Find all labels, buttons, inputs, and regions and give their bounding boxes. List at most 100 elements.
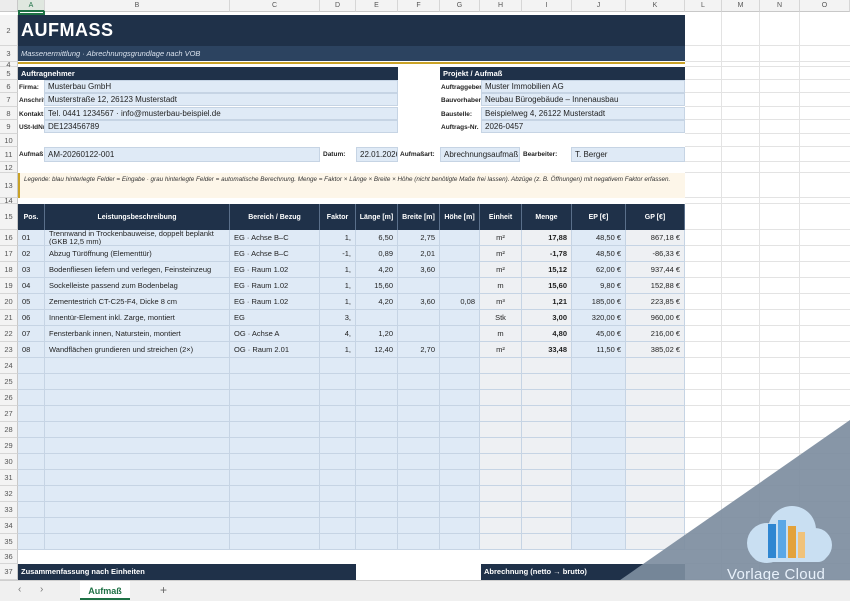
empty-cell[interactable]: [398, 422, 440, 438]
table-cell-gp[interactable]: 867,18 €: [626, 230, 685, 246]
empty-cell[interactable]: [522, 534, 572, 550]
empty-cell[interactable]: [572, 358, 626, 374]
table-cell-pos[interactable]: 02: [18, 246, 45, 262]
table-cell-height[interactable]: [440, 278, 480, 294]
row-header[interactable]: 28: [0, 422, 18, 438]
bearbeiter-field[interactable]: T. Berger: [571, 147, 685, 162]
table-cell-desc[interactable]: Zementestrich CT-C25-F4, Dicke 8 cm: [45, 294, 230, 310]
empty-cell[interactable]: [440, 502, 480, 518]
empty-cell[interactable]: [45, 422, 230, 438]
empty-cell[interactable]: [480, 518, 522, 534]
empty-cell[interactable]: [626, 502, 685, 518]
table-cell-width[interactable]: [398, 278, 440, 294]
table-cell-height[interactable]: [440, 342, 480, 358]
empty-cell[interactable]: [356, 422, 398, 438]
empty-cell[interactable]: [440, 518, 480, 534]
table-cell-pos[interactable]: 01: [18, 230, 45, 246]
empty-cell[interactable]: [230, 502, 320, 518]
table-cell-height[interactable]: [440, 310, 480, 326]
spreadsheet-grid[interactable]: ABCDEFGHIJKLMNO 2 3 4 5 6 7 8 9 10 11 12 13 14 15 16 17…: [0, 0, 850, 580]
table-cell-gp[interactable]: 385,02 €: [626, 342, 685, 358]
empty-cell[interactable]: [320, 470, 356, 486]
empty-cell[interactable]: [626, 358, 685, 374]
row-header[interactable]: 30: [0, 454, 18, 470]
empty-cell[interactable]: [18, 422, 45, 438]
table-cell-width[interactable]: 2,75: [398, 230, 440, 246]
aufmassart-field[interactable]: Abrechnungsaufmaß: [440, 147, 520, 162]
table-cell-area[interactable]: OG · Achse A: [230, 326, 320, 342]
scroll-left-arrow-icon[interactable]: ‹: [18, 584, 21, 595]
empty-cell[interactable]: [398, 358, 440, 374]
row-header[interactable]: 5: [0, 67, 18, 80]
row-header[interactable]: 19: [0, 278, 18, 294]
column-header[interactable]: B: [45, 0, 230, 12]
row-header[interactable]: 13: [0, 173, 18, 198]
empty-cell[interactable]: [320, 358, 356, 374]
empty-cell[interactable]: [398, 438, 440, 454]
empty-cell[interactable]: [45, 454, 230, 470]
table-cell-area[interactable]: EG · Achse B–C: [230, 230, 320, 246]
table-cell-pos[interactable]: 05: [18, 294, 45, 310]
row-header[interactable]: 34: [0, 518, 18, 534]
table-cell-gp[interactable]: 152,88 €: [626, 278, 685, 294]
table-cell-desc[interactable]: Innentür-Element inkl. Zarge, montiert: [45, 310, 230, 326]
table-cell-factor[interactable]: -1,: [320, 246, 356, 262]
table-cell-ep[interactable]: 48,50 €: [572, 246, 626, 262]
table-cell-qty[interactable]: -1,78: [522, 246, 572, 262]
empty-cell[interactable]: [45, 390, 230, 406]
row-header[interactable]: 6: [0, 80, 18, 93]
empty-cell[interactable]: [440, 470, 480, 486]
empty-cell[interactable]: [626, 534, 685, 550]
row-header[interactable]: 12: [0, 162, 18, 173]
column-header[interactable]: F: [398, 0, 440, 12]
row-header[interactable]: 7: [0, 93, 18, 107]
table-cell-height[interactable]: 0,08: [440, 294, 480, 310]
sheet-tab-aufmass[interactable]: Aufmaß: [80, 581, 130, 600]
empty-cell[interactable]: [320, 374, 356, 390]
table-cell-qty[interactable]: 3,00: [522, 310, 572, 326]
empty-cell[interactable]: [522, 486, 572, 502]
empty-cell[interactable]: [480, 374, 522, 390]
table-cell-qty[interactable]: 15,60: [522, 278, 572, 294]
table-cell-area[interactable]: EG · Raum 1.02: [230, 278, 320, 294]
empty-cell[interactable]: [356, 454, 398, 470]
aufmass-number-field[interactable]: AM-20260122-001: [44, 147, 320, 162]
empty-cell[interactable]: [356, 518, 398, 534]
empty-cell[interactable]: [230, 454, 320, 470]
empty-cell[interactable]: [480, 390, 522, 406]
table-cell-length[interactable]: 12,40: [356, 342, 398, 358]
table-cell-length[interactable]: 4,20: [356, 294, 398, 310]
table-cell-unit[interactable]: m³: [480, 294, 522, 310]
empty-cell[interactable]: [440, 438, 480, 454]
empty-cell[interactable]: [522, 454, 572, 470]
column-header[interactable]: M: [722, 0, 760, 12]
table-cell-ep[interactable]: 62,00 €: [572, 262, 626, 278]
empty-cell[interactable]: [398, 390, 440, 406]
empty-cell[interactable]: [572, 470, 626, 486]
row-header[interactable]: 22: [0, 326, 18, 342]
table-cell-ep[interactable]: 48,50 €: [572, 230, 626, 246]
empty-cell[interactable]: [626, 438, 685, 454]
empty-cell[interactable]: [480, 470, 522, 486]
empty-cell[interactable]: [480, 534, 522, 550]
empty-cell[interactable]: [45, 518, 230, 534]
column-header[interactable]: K: [626, 0, 685, 12]
empty-cell[interactable]: [320, 390, 356, 406]
empty-cell[interactable]: [480, 486, 522, 502]
table-cell-height[interactable]: [440, 230, 480, 246]
datum-field[interactable]: 22.01.2026: [356, 147, 398, 162]
empty-cell[interactable]: [398, 518, 440, 534]
table-cell-unit[interactable]: Stk: [480, 310, 522, 326]
contractor-field-value[interactable]: Tel. 0441 1234567 · info@musterbau-beisp…: [44, 107, 398, 120]
row-header[interactable]: 8: [0, 107, 18, 120]
empty-cell[interactable]: [320, 502, 356, 518]
empty-cell[interactable]: [45, 534, 230, 550]
row-header[interactable]: 25: [0, 374, 18, 390]
empty-cell[interactable]: [626, 518, 685, 534]
empty-cell[interactable]: [522, 502, 572, 518]
empty-cell[interactable]: [626, 454, 685, 470]
empty-cell[interactable]: [45, 470, 230, 486]
empty-cell[interactable]: [398, 406, 440, 422]
column-header[interactable]: G: [440, 0, 480, 12]
row-header[interactable]: 31: [0, 470, 18, 486]
